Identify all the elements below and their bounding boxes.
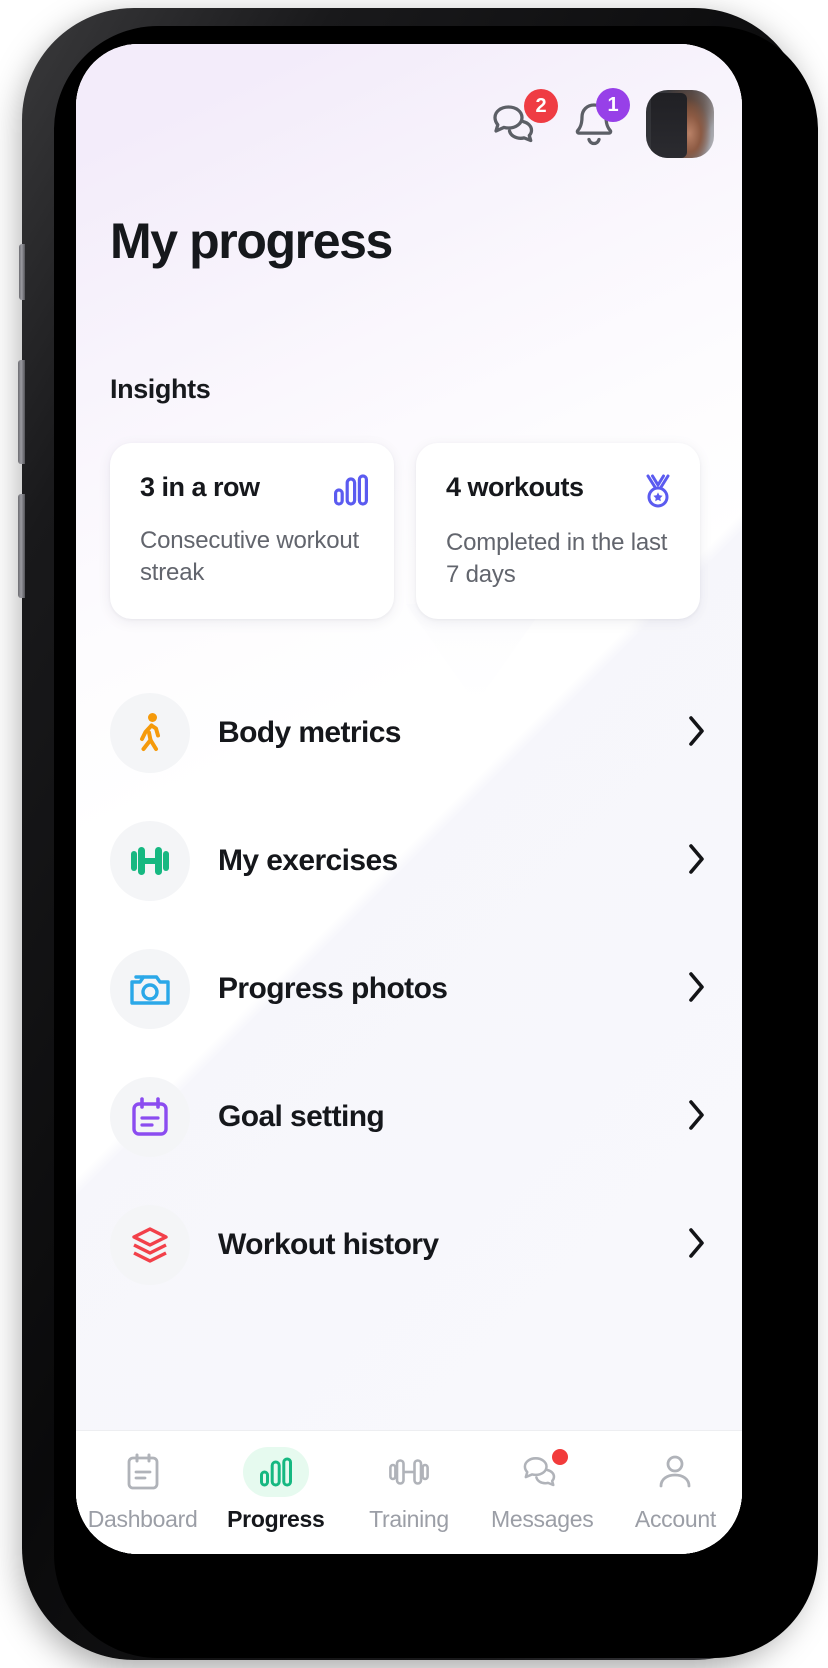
- clipboard-icon: [109, 1447, 177, 1497]
- notifications-badge: 1: [596, 88, 630, 122]
- menu-item-my-exercises[interactable]: My exercises: [110, 797, 716, 925]
- nav-item-training[interactable]: Training: [342, 1447, 475, 1533]
- layers-icon: [110, 1205, 190, 1285]
- menu-item-progress-photos[interactable]: Progress photos: [110, 925, 716, 1053]
- messages-button[interactable]: 2: [490, 89, 558, 147]
- nav-item-progress[interactable]: Progress: [209, 1447, 342, 1533]
- dumbbell-icon: [375, 1447, 443, 1497]
- nav-item-label: Account: [634, 1506, 716, 1532]
- messages-badge: 2: [524, 89, 558, 123]
- app-screen: 2 1 My progress Insights 3 in a row Cons…: [76, 44, 742, 1554]
- silent-switch[interactable]: [19, 244, 25, 300]
- nav-item-label: Training: [369, 1506, 449, 1532]
- messages-unread-dot: [552, 1449, 569, 1465]
- bottom-navigation: Dashboard Progress Training Messages Acc…: [76, 1430, 742, 1554]
- insight-card-workouts[interactable]: 4 workouts Completed in the last 7 days: [416, 443, 700, 619]
- menu-item-label: Progress photos: [218, 972, 448, 1005]
- menu-item-workout-history[interactable]: Workout history: [110, 1181, 716, 1309]
- walking-person-icon: [110, 693, 190, 773]
- camera-icon: [110, 949, 190, 1029]
- volume-up-button[interactable]: [18, 360, 25, 464]
- notifications-button[interactable]: 1: [572, 88, 630, 148]
- nav-item-account[interactable]: Account: [609, 1447, 742, 1533]
- insight-title: 4 workouts: [446, 472, 584, 502]
- chevron-right-icon: [688, 843, 706, 880]
- insight-subtitle: Completed in the last 7 days: [446, 529, 668, 588]
- bar-chart-icon: [242, 1447, 310, 1497]
- avatar[interactable]: [646, 90, 714, 158]
- calendar-note-icon: [110, 1077, 190, 1157]
- nav-item-messages[interactable]: Messages: [476, 1447, 609, 1533]
- medal-icon: [642, 474, 674, 513]
- chevron-right-icon: [688, 715, 706, 752]
- insight-card-streak[interactable]: 3 in a row Consecutive workout streak: [110, 443, 394, 619]
- insights-section: 3 in a row Consecutive workout streak 4 …: [110, 443, 700, 619]
- page-title: My progress: [110, 213, 393, 269]
- menu-item-label: Workout history: [218, 1228, 439, 1261]
- nav-item-label: Messages: [490, 1506, 594, 1532]
- nav-item-label: Dashboard: [87, 1506, 198, 1532]
- progress-menu-list: Body metrics My exercises Progress photo…: [110, 669, 716, 1309]
- chevron-right-icon: [688, 971, 706, 1008]
- menu-item-label: My exercises: [218, 844, 398, 877]
- chat-bubbles-icon: [508, 1447, 576, 1497]
- dumbbell-icon: [110, 821, 190, 901]
- menu-item-body-metrics[interactable]: Body metrics: [110, 669, 716, 797]
- insight-title: 3 in a row: [140, 472, 260, 502]
- menu-item-label: Goal setting: [218, 1100, 385, 1133]
- bar-chart-icon: [334, 474, 368, 511]
- chevron-right-icon: [688, 1227, 706, 1264]
- menu-item-label: Body metrics: [218, 716, 401, 749]
- insights-heading: Insights: [110, 374, 211, 404]
- volume-down-button[interactable]: [18, 494, 25, 598]
- person-icon: [641, 1447, 709, 1497]
- nav-item-label: Progress: [227, 1506, 325, 1532]
- phone-frame: 2 1 My progress Insights 3 in a row Cons…: [18, 8, 818, 1660]
- top-bar: 2 1: [490, 88, 714, 158]
- menu-item-goal-setting[interactable]: Goal setting: [110, 1053, 716, 1181]
- insight-subtitle: Consecutive workout streak: [140, 527, 359, 586]
- nav-item-dashboard[interactable]: Dashboard: [76, 1447, 209, 1533]
- chevron-right-icon: [688, 1099, 706, 1136]
